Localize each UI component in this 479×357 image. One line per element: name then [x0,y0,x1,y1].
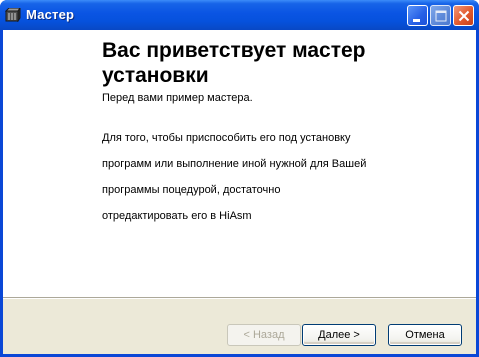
next-button[interactable]: Далее > [302,324,376,346]
close-button[interactable] [453,5,474,26]
welcome-heading: Вас приветствует мастер установки [102,38,422,88]
back-button[interactable]: < Назад [227,324,301,346]
description-line: Для того, чтобы приспособить его под уст… [102,132,351,144]
cancel-button[interactable]: Отмена [388,324,462,346]
description-line: программ или выполнение иной нужной для … [102,158,367,170]
wizard-client-area: Вас приветствует мастер установки Перед … [3,30,476,354]
title-bar[interactable]: Мастер [0,0,479,30]
maximize-button[interactable] [430,5,451,26]
description-line: отредактировать его в HiAsm [102,210,252,222]
minimize-button[interactable] [407,5,428,26]
footer-divider [3,297,476,299]
description-line: программы поцедурой, достаточно [102,184,281,196]
minimize-icon [413,19,420,22]
app-icon [5,8,21,22]
close-icon [458,10,470,22]
heading-line-2: установки [102,64,209,87]
description-text: Для того, чтобы приспособить его под уст… [102,119,432,236]
heading-line-1: Вас приветствует мастер [102,39,366,62]
intro-text: Перед вами пример мастера. [102,92,253,104]
wizard-window: Мастер Вас приветствует мастер установки… [0,0,479,357]
window-title: Мастер [26,7,75,22]
maximize-icon [435,10,447,22]
